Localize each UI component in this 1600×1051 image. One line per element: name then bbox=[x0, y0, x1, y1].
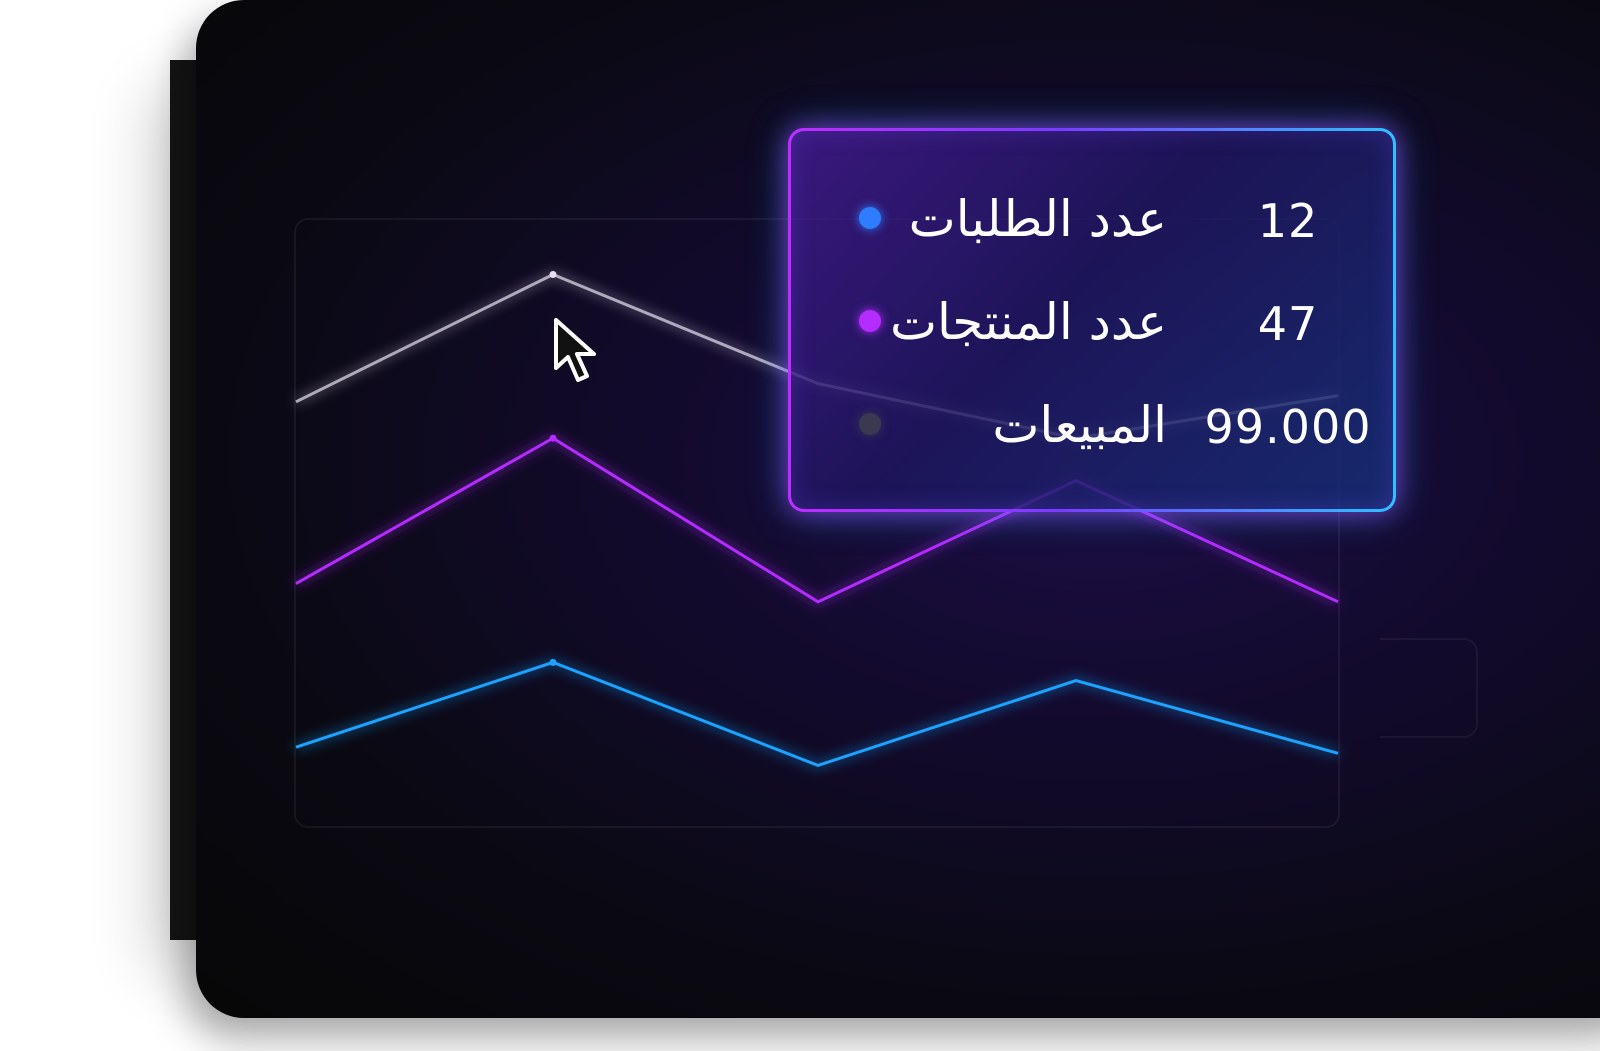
tooltip-row-sales: المبيعات 99.000 bbox=[791, 389, 1393, 459]
chart-tooltip: عدد الطلبات 12 عدد المنتجات 47 المبيعات … bbox=[788, 128, 1396, 512]
series-line-2 bbox=[295, 660, 1339, 767]
tooltip-row-products: عدد المنتجات 47 bbox=[791, 286, 1393, 356]
sales-value: 99.000 bbox=[1204, 400, 1372, 454]
mouse-pointer-icon bbox=[554, 318, 596, 382]
sales-legend-dot bbox=[859, 413, 881, 435]
products-legend-dot bbox=[859, 310, 881, 332]
orders-label: عدد الطلبات bbox=[908, 190, 1167, 248]
orders-legend-dot bbox=[859, 207, 881, 229]
sales-label: المبيعات bbox=[992, 396, 1167, 454]
stage: عدد الطلبات 12 عدد المنتجات 47 المبيعات … bbox=[0, 0, 1600, 1051]
products-label: عدد المنتجات bbox=[889, 293, 1167, 351]
orders-value: 12 bbox=[1257, 194, 1319, 248]
products-value: 47 bbox=[1257, 297, 1319, 351]
tooltip-row-orders: عدد الطلبات 12 bbox=[791, 183, 1393, 253]
